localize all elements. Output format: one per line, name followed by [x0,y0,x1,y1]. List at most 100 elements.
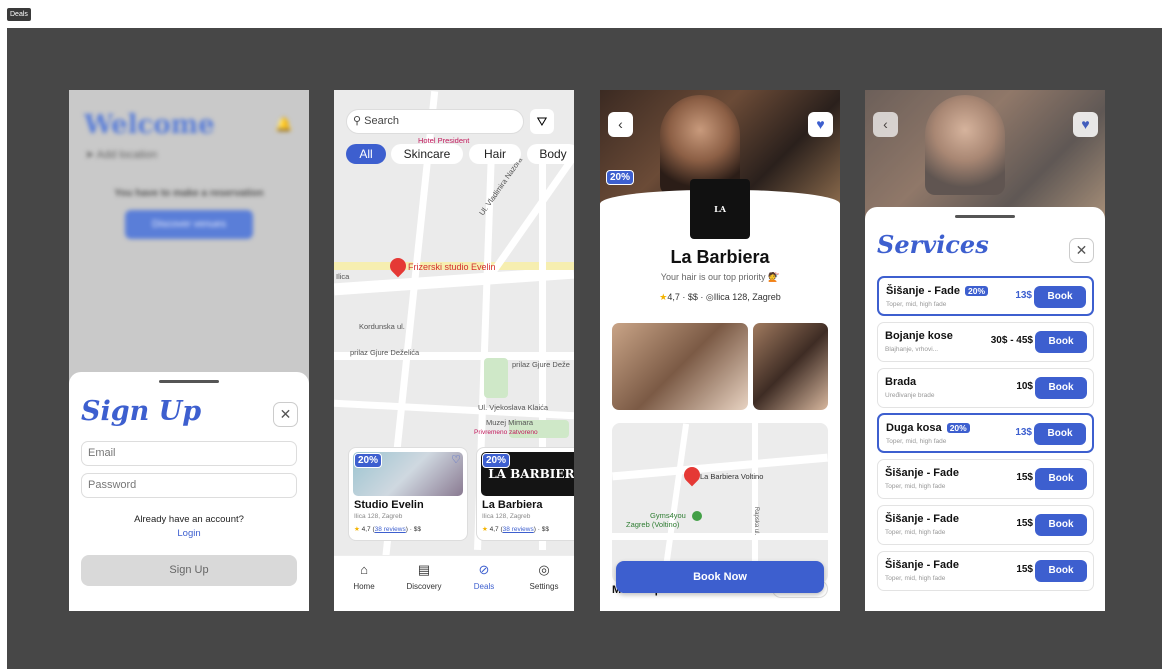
tab-label: Deals [473,582,495,591]
rating-value: 4,7 [489,526,499,533]
book-button[interactable]: Book [1035,468,1087,490]
service-price: 13$ [1015,427,1032,438]
gallery-photo[interactable] [753,323,828,410]
service-row[interactable]: Šišanje - Fade Toper, mid, high fade 15$ Bo… [877,505,1094,545]
discount-badge: 20% [354,453,383,468]
tab-label: Home [353,582,375,591]
welcome-title: Welcome [84,110,215,140]
heart-icon[interactable]: ♡ [451,453,461,466]
discount-badge: 20% [965,286,989,296]
chip-skincare[interactable]: Skincare [391,144,463,164]
service-row[interactable]: Bojanje kose Blajhanje, vrhovi... 30$ - 45… [877,322,1094,362]
service-row[interactable]: Duga kosa 20% Toper, mid, high fade 13$ Boo… [877,413,1094,453]
tab-settings[interactable]: ◎ Settings [514,562,574,591]
service-price: 30$ - 45$ [990,335,1033,346]
venue-card[interactable]: LA BARBIERA 20% La Barbiera Ilica 128, Z… [476,447,574,541]
tab-deals[interactable]: ⊘ Deals [454,562,514,591]
search-icon: ⚲ [353,115,362,127]
already-account-text: Already have an account? [134,514,244,525]
service-name-text: Bojanje kose [885,330,953,342]
book-button[interactable]: Book [1035,331,1087,353]
sheet-handle[interactable] [955,215,1015,218]
tab-discovery[interactable]: ▤ Discovery [394,562,454,591]
map-road [660,423,690,583]
password-field[interactable]: Password [81,473,297,498]
service-row[interactable]: Šišanje - Fade Toper, mid, high fade 15$ Bo… [877,551,1094,591]
services-title: Services [877,230,989,259]
map-label-street: Rapska ul. [753,506,760,536]
service-name: Šišanje - Fade [885,467,959,479]
chip-body[interactable]: Body [527,144,574,164]
map-label-gym: Zagreb (Voltino) [626,520,680,529]
book-button[interactable]: Book [1034,286,1086,308]
book-button[interactable]: Book [1035,377,1087,399]
location-icon: ◎ [705,292,714,302]
gallery-photo[interactable] [612,323,748,410]
venue-rating: ★ 4,7 (38 reviews) · $$ [482,526,549,533]
service-description: Blajhanje, vrhovi... [885,346,939,353]
location-map[interactable]: La Barbiera Voltino Gyms4you Zagreb (Vol… [612,423,828,583]
reviews-link[interactable]: 38 reviews [375,526,406,533]
price-level: $$ [413,526,421,533]
tab-home[interactable]: ⌂ Home [334,562,394,591]
map-pin-label: La Barbiera Voltino [700,472,764,481]
service-name: Šišanje - Fade 20% [886,285,989,297]
search-placeholder: Search [364,115,399,127]
heart-icon[interactable]: ♥ [808,112,833,137]
venue-rating: ★ 4,7 (38 reviews) · $$ [354,526,421,533]
service-row[interactable]: Šišanje - Fade Toper, mid, high fade 15$ Bo… [877,459,1094,499]
service-description: Uređivanje brade [885,392,935,399]
service-description: Toper, mid, high fade [885,529,946,536]
book-button[interactable]: Book [1035,560,1087,582]
service-price: 15$ [1016,564,1033,575]
service-name-text: Šišanje - Fade [885,513,959,525]
close-icon[interactable]: ✕ [273,402,298,427]
map-label-street: prilaz Gjure Deže [512,360,570,369]
service-name: Bojanje kose [885,330,953,342]
service-description: Toper, mid, high fade [885,575,946,582]
search-input[interactable]: ⚲ Search [346,109,524,134]
tab-label: Settings [529,582,559,591]
discover-venues-button: Discover venues [125,210,253,239]
service-description: Toper, mid, high fade [886,301,947,308]
chip-hair[interactable]: Hair [469,144,521,164]
filter-icon[interactable]: ⛛ [530,109,554,134]
map-label-street: Kordunska ul. [359,322,405,331]
chip-all[interactable]: All [346,144,386,164]
login-link[interactable]: Login [69,528,309,539]
venue-address[interactable]: Ilica 128, Zagreb [714,292,781,302]
service-name: Šišanje - Fade [885,513,959,525]
signup-sheet: Sign Up ✕ Email Password Already have an… [69,372,309,611]
back-icon[interactable]: ‹ [608,112,633,137]
back-icon: ‹ [873,112,898,137]
email-field[interactable]: Email [81,441,297,466]
service-row[interactable]: Brada Uređivanje brade 10$ Book [877,368,1094,408]
rating-value: 4,7 [667,292,680,302]
map-screen: Hotel President Ul. Vladimira Nazora Kor… [334,90,574,611]
map-label-gym: Gyms4you [650,511,686,520]
close-icon[interactable]: ✕ [1069,238,1094,263]
book-now-button[interactable]: Book Now [616,561,824,593]
venue-address: Ilica 128, Zagreb [354,513,403,520]
service-row[interactable]: Šišanje - Fade 20% Toper, mid, high fade 1… [877,276,1094,316]
top-bar: Deals [0,0,1162,28]
tab-label: Discovery [406,582,442,591]
sheet-handle[interactable] [159,380,219,383]
venue-screen: ‹ ♥ 20% LA BARBIERA La Barbiera Your hai… [600,90,840,611]
bell-icon: 🔔 [275,116,293,132]
book-button[interactable]: Book [1035,514,1087,536]
frame-tag[interactable]: Deals [7,8,31,21]
reviews-link[interactable]: 38 reviews [503,526,534,533]
venue-card[interactable]: 20% ♡ Studio Evelin Ilica 128, Zagreb ★ … [348,447,468,541]
discount-badge: 20% [946,423,970,433]
home-icon: ⌂ [360,562,368,577]
map-view[interactable]: Hotel President Ul. Vladimira Nazora Kor… [334,90,574,611]
star-icon: ★ [354,526,360,533]
service-name-text: Brada [885,376,917,388]
discount-badge: 20% [482,453,511,468]
map-label-street: prilaz Gjure Deželića [350,348,420,357]
heart-icon: ♥ [1073,112,1098,137]
signup-button[interactable]: Sign Up [81,555,297,586]
book-button[interactable]: Book [1034,423,1086,445]
reservation-text: You have to make a reservation [114,188,264,199]
